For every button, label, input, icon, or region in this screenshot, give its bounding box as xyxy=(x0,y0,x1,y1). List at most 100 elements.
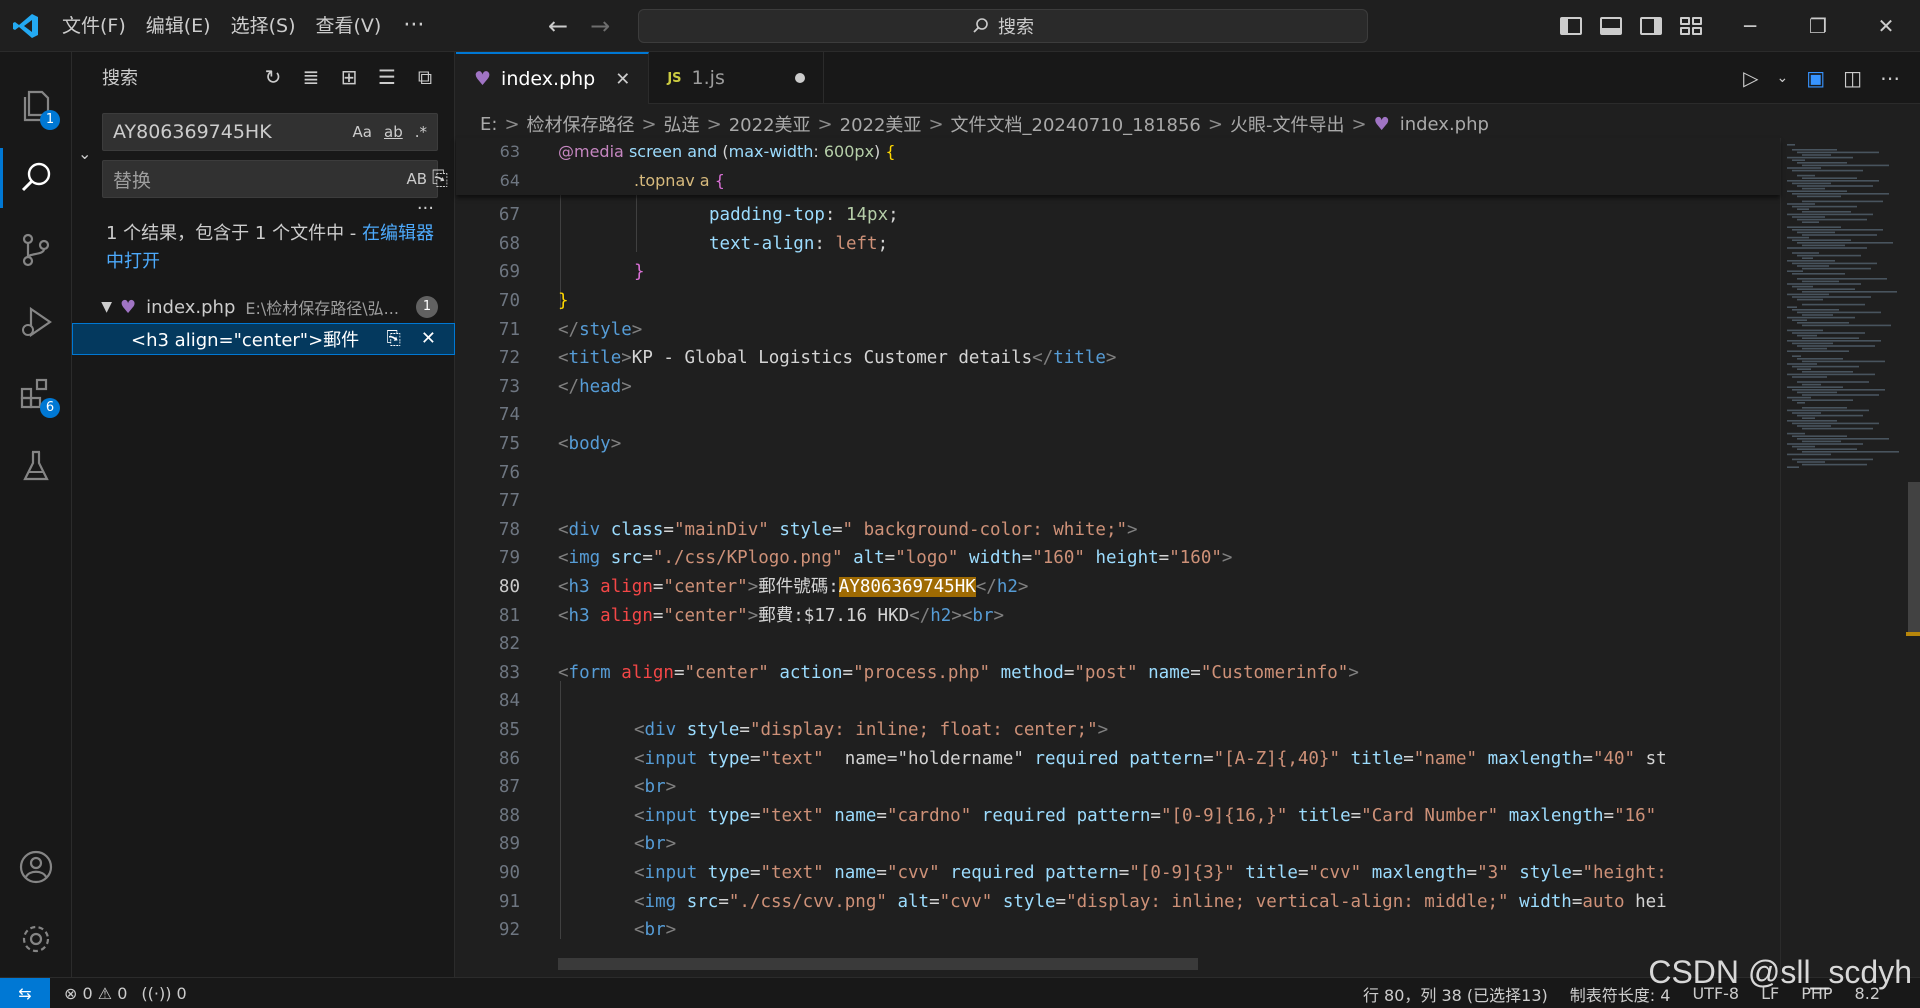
code-line[interactable]: 88 <input type="text" name="cardno" requi… xyxy=(456,802,1780,831)
remote-indicator-icon[interactable]: ⇆ xyxy=(0,977,50,1008)
minimap-line xyxy=(1802,360,1885,363)
preserve-case-toggle[interactable]: AB xyxy=(404,169,429,189)
code-line[interactable]: 71 </style> xyxy=(456,316,1780,345)
code-line[interactable]: 80 <h3 align="center">郵件號碼:AY806369745HK<… xyxy=(456,573,1780,602)
breadcrumb-segment[interactable]: 检材保存路径 xyxy=(527,111,635,137)
tab-index-php[interactable]: ♥ index.php ✕ xyxy=(456,52,650,104)
unsaved-dot-icon[interactable] xyxy=(794,73,805,83)
settings-gear-icon[interactable] xyxy=(0,903,72,975)
menu-file[interactable]: 文件(F) xyxy=(52,0,136,52)
match-whole-word-toggle[interactable]: ab xyxy=(382,122,405,142)
match-case-toggle[interactable]: Aa xyxy=(351,122,374,142)
collapse-all-icon[interactable]: ⧉ xyxy=(414,65,436,89)
chevron-down-icon[interactable]: ▼ xyxy=(90,299,120,315)
open-preview-icon[interactable]: ▣ xyxy=(1806,66,1825,90)
refresh-icon[interactable]: ↻ xyxy=(262,65,284,89)
clear-results-icon[interactable]: ≣ xyxy=(300,65,322,89)
sticky-scroll-header[interactable]: 63 @media screen and (max-width: 600px) {… xyxy=(456,138,1780,195)
result-file-row[interactable]: ▼ ♥ index.php E:\检材保存路径\弘... 1 xyxy=(72,292,454,322)
code-line[interactable]: 79 <img src="./css/KPlogo.png" alt="logo"… xyxy=(456,544,1780,573)
ports-indicator[interactable]: ((·)) 0 xyxy=(141,984,186,1003)
breadcrumb-segment[interactable]: index.php xyxy=(1400,114,1489,135)
menu-edit[interactable]: 编辑(E) xyxy=(136,0,221,52)
code-line[interactable]: 77 xyxy=(456,487,1780,516)
toggle-panel-icon[interactable] xyxy=(1600,17,1622,35)
problems-indicator[interactable]: ⊗ 0 ⚠ 0 xyxy=(64,984,127,1003)
window-controls: ─ ❐ ✕ xyxy=(1716,0,1920,52)
horizontal-scrollbar[interactable] xyxy=(558,958,1198,970)
code-line[interactable]: 83 <form align="center" action="process.p… xyxy=(456,659,1780,688)
code-view[interactable]: 65float: none;66width: 100%;67padding-to… xyxy=(456,138,1780,974)
minimap-line xyxy=(1792,376,1827,378)
code-line[interactable]: 67 padding-top: 14px; xyxy=(456,201,1780,230)
replace-input[interactable]: 替换 AB xyxy=(102,160,438,198)
explorer-icon[interactable]: 1 xyxy=(0,70,72,142)
code-line[interactable]: 69} xyxy=(456,258,1780,287)
vertical-scrollbar[interactable] xyxy=(1906,138,1920,974)
close-tab-icon[interactable]: ✕ xyxy=(615,69,630,90)
sticky-line[interactable]: 64 .topnav a { xyxy=(456,167,1780,196)
breadcrumb-segment[interactable]: E: xyxy=(480,114,497,135)
forward-arrow-icon[interactable]: → xyxy=(590,12,610,40)
code-line[interactable]: 92 <br> xyxy=(456,916,1780,945)
toggle-search-details-icon[interactable]: ··· xyxy=(417,198,434,219)
replace-icon[interactable]: ⎘ xyxy=(387,328,401,349)
use-regex-toggle[interactable]: .* xyxy=(413,122,429,142)
run-and-debug-icon[interactable] xyxy=(0,286,72,358)
new-search-editor-icon[interactable]: ⊞ xyxy=(338,65,360,89)
restore-icon[interactable]: ❐ xyxy=(1784,0,1852,52)
cursor-position[interactable]: 行 80，列 38 (已选择13) xyxy=(1363,982,1548,1006)
result-match-row[interactable]: <h3 align="center">郵件... ⎘ ✕ xyxy=(72,323,455,355)
menu-selection[interactable]: 选择(S) xyxy=(221,0,306,52)
search-input[interactable]: AY806369745HK Aa ab .* xyxy=(102,113,438,151)
code-line[interactable]: 76 xyxy=(456,459,1780,488)
toggle-primary-sidebar-icon[interactable] xyxy=(1560,17,1582,35)
testing-flask-icon[interactable] xyxy=(0,430,72,502)
accounts-icon[interactable] xyxy=(0,831,72,903)
split-editor-icon[interactable]: ◫ xyxy=(1843,66,1862,90)
search-view-icon[interactable] xyxy=(0,142,72,214)
code-line[interactable]: 74 xyxy=(456,401,1780,430)
code-line[interactable]: 85 <div style="display: inline; float: ce… xyxy=(456,716,1780,745)
close-window-icon[interactable]: ✕ xyxy=(1852,0,1920,52)
breadcrumb-segment[interactable]: 弘连 xyxy=(664,111,700,137)
code-line[interactable]: 70} xyxy=(456,287,1780,316)
breadcrumb-segment[interactable]: 火眼-文件导出 xyxy=(1230,111,1345,137)
breadcrumb-segment[interactable]: 2022美亚 xyxy=(840,111,922,137)
breadcrumb-segment[interactable]: 文件文档_20240710_181856 xyxy=(951,111,1201,137)
dismiss-match-icon[interactable]: ✕ xyxy=(421,328,436,349)
code-line[interactable]: 68 text-align: left; xyxy=(456,230,1780,259)
code-line[interactable]: 86 <input type="text" name="holdername" r… xyxy=(456,745,1780,774)
code-line[interactable]: 82 xyxy=(456,630,1780,659)
code-line[interactable]: 91 <img src="./css/cvv.png" alt="cvv" sty… xyxy=(456,888,1780,917)
customize-layout-icon[interactable] xyxy=(1680,17,1702,35)
extensions-icon[interactable]: 6 xyxy=(0,358,72,430)
code-line[interactable]: 81 <h3 align="center">郵費:$17.16 HKD</h2><… xyxy=(456,602,1780,631)
run-icon[interactable]: ▷ xyxy=(1743,66,1758,90)
more-menu-icon[interactable]: ··· xyxy=(391,13,436,38)
code-line[interactable]: 75 <body> xyxy=(456,430,1780,459)
minimize-icon[interactable]: ─ xyxy=(1716,0,1784,52)
view-as-tree-icon[interactable]: ☰ xyxy=(376,65,398,89)
toggle-secondary-sidebar-icon[interactable] xyxy=(1640,17,1662,35)
command-center-search[interactable]: 搜索 xyxy=(638,9,1368,43)
code-line[interactable]: 72 <title>KP - Global Logistics Customer … xyxy=(456,344,1780,373)
breadcrumb-segment[interactable]: 2022美亚 xyxy=(729,111,811,137)
run-dropdown-chevron-icon[interactable]: ⌄ xyxy=(1776,70,1788,86)
code-line[interactable]: 73 </head> xyxy=(456,373,1780,402)
back-arrow-icon[interactable]: ← xyxy=(548,12,568,40)
code-line[interactable]: 84 xyxy=(456,687,1780,716)
code-line[interactable]: 90 <input type="text" name="cvv" required… xyxy=(456,859,1780,888)
tab-1-js[interactable]: JS 1.js xyxy=(649,52,824,104)
replace-all-icon[interactable]: ⎘ xyxy=(432,166,448,190)
code-line[interactable]: 89 <br> xyxy=(456,830,1780,859)
toggle-replace-chevron-icon[interactable]: ⌄ xyxy=(78,144,91,163)
code-line[interactable]: 87 <br> xyxy=(456,773,1780,802)
sticky-line[interactable]: 63 @media screen and (max-width: 600px) { xyxy=(456,138,1780,167)
source-control-icon[interactable] xyxy=(0,214,72,286)
code-line[interactable]: 78 <div class="mainDiv" style=" backgroun… xyxy=(456,516,1780,545)
menu-view[interactable]: 查看(V) xyxy=(306,0,392,52)
minimap[interactable] xyxy=(1780,138,1906,974)
more-actions-icon[interactable]: ⋯ xyxy=(1880,66,1900,90)
scrollbar-thumb[interactable] xyxy=(1908,482,1920,634)
